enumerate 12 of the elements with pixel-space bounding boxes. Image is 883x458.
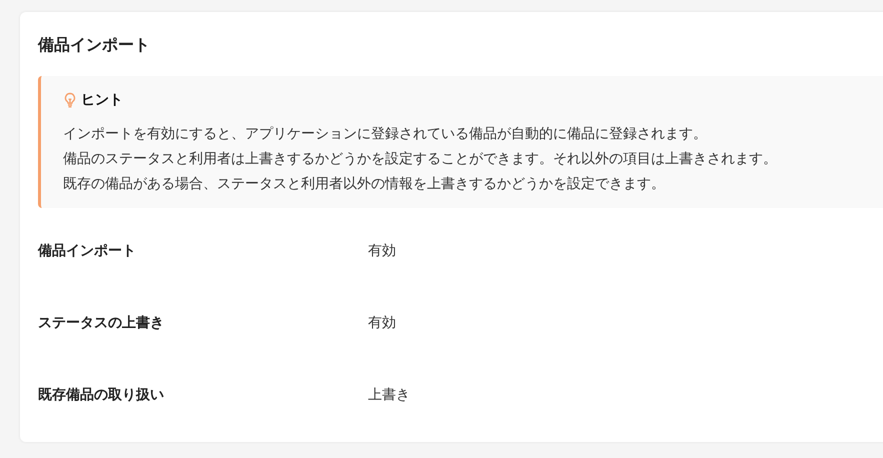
setting-label: 既存備品の取り扱い (38, 386, 165, 404)
hint-text: 備品のステータスと利用者は上書きするかどうかを設定することができます。それ以外の項目は上書きされます。 (63, 149, 778, 168)
setting-label: ステータスの上書き (38, 314, 165, 332)
setting-value: 上書き (368, 386, 410, 404)
hint-text: インポートを有効にすると、アプリケーションに登録されている備品が自動的に備品に登録されます。 (63, 124, 708, 143)
lightbulb-icon (63, 92, 77, 108)
hint-title: ヒント (81, 91, 123, 109)
hint-text: 既存の備品がある場合、ステータスと利用者以外の情報を上書きするかどうかを設定できます。 (63, 174, 666, 193)
card-title: 備品インポート (38, 36, 151, 56)
setting-value: 有効 (368, 314, 396, 332)
setting-label: 備品インポート (38, 242, 137, 260)
setting-value: 有効 (368, 242, 396, 260)
